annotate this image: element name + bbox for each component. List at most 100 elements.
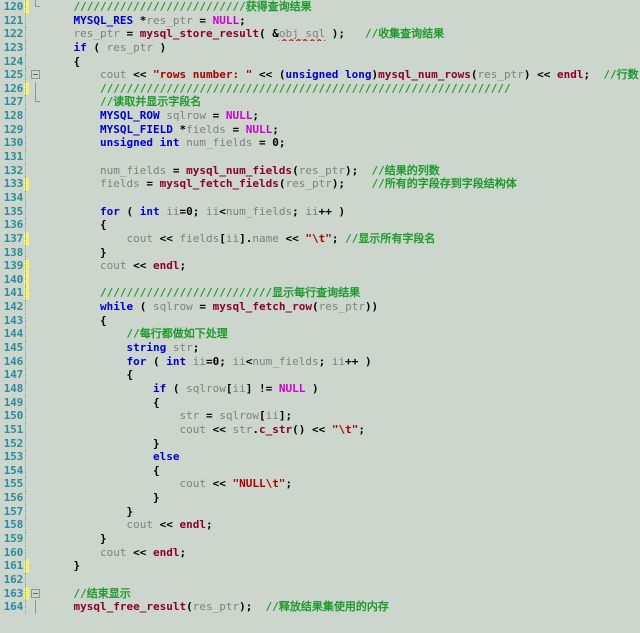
code-line[interactable]: 153 else (0, 450, 640, 464)
code-line[interactable]: 154 { (0, 463, 640, 478)
code-text[interactable]: ////////////////////////////////////////… (43, 82, 640, 96)
code-token: "rows number: " (152, 68, 253, 82)
code-text[interactable]: mysql_free_result(res_ptr); //释放结果集使用的内存 (43, 600, 640, 614)
code-line[interactable]: 128 MYSQL_ROW sqlrow = NULL; (0, 109, 640, 123)
code-line[interactable]: 120 //////////////////////////获得查询结果 (0, 0, 640, 14)
code-line[interactable]: 150 str = sqlrow[ii]; (0, 409, 640, 423)
code-line[interactable]: 126 ////////////////////////////////////… (0, 81, 640, 96)
code-line[interactable]: 124 { (0, 54, 640, 69)
code-text[interactable]: } (43, 559, 640, 573)
code-text[interactable]: //结束显示 (43, 587, 640, 601)
code-text[interactable]: if ( res_ptr ) (43, 41, 640, 55)
code-text[interactable]: res_ptr = mysql_store_result( &obj_sql )… (43, 27, 640, 41)
code-line[interactable]: 139 cout << endl; (0, 259, 640, 273)
code-text[interactable]: MYSQL_ROW sqlrow = NULL; (43, 109, 640, 123)
code-text[interactable]: unsigned int num_fields = 0; (43, 136, 640, 150)
code-text[interactable] (43, 150, 640, 164)
code-line[interactable]: 148 if ( sqlrow[ii] != NULL ) (0, 381, 640, 396)
code-line[interactable]: 146 for ( int ii=0; ii<num_fields; ii++ … (0, 354, 640, 369)
code-text[interactable]: cout << "NULL\t"; (43, 477, 640, 491)
code-line[interactable]: 141 //////////////////////////显示每行查询结果 (0, 286, 640, 301)
code-token: sqlrow (166, 109, 206, 123)
code-text[interactable]: num_fields = mysql_num_fields(res_ptr); … (43, 164, 640, 178)
code-line[interactable]: 161 } (0, 559, 640, 573)
code-editor-pane[interactable]: 120 //////////////////////////获得查询结果 121 … (0, 0, 640, 633)
code-line[interactable]: 159 } (0, 531, 640, 546)
code-text[interactable]: if ( sqlrow[ii] != NULL ) (43, 382, 640, 396)
code-text[interactable]: while ( sqlrow = mysql_fetch_row(res_ptr… (43, 300, 640, 314)
code-text[interactable]: fields = mysql_fetch_fields(res_ptr); //… (43, 177, 640, 191)
code-line[interactable]: 131 (0, 150, 640, 164)
code-line[interactable]: 123 if ( res_ptr ) (0, 40, 640, 55)
code-line[interactable]: 151 cout << str.c_str() << "\t"; (0, 422, 640, 437)
code-text[interactable]: for ( int ii=0; ii<num_fields; ii++ ) (43, 355, 640, 369)
code-text[interactable]: } (43, 437, 640, 451)
code-line[interactable]: 145 string str; (0, 341, 640, 355)
code-text[interactable]: { (43, 368, 640, 382)
code-line[interactable]: 135 for ( int ii=0; ii<num_fields; ii++ … (0, 204, 640, 219)
code-line[interactable]: 133 fields = mysql_fetch_fields(res_ptr)… (0, 177, 640, 191)
code-text[interactable]: str = sqlrow[ii]; (43, 409, 640, 423)
code-text[interactable]: } (43, 505, 640, 519)
code-text[interactable]: MYSQL_RES *res_ptr = NULL; (43, 14, 640, 28)
code-lines-container[interactable]: 120 //////////////////////////获得查询结果 121 … (0, 0, 640, 633)
code-text[interactable]: cout << endl; (43, 546, 640, 560)
code-text[interactable]: cout << endl; (43, 259, 640, 273)
code-text[interactable] (43, 191, 640, 205)
code-line[interactable]: 125 cout << "rows number: " << (unsigned… (0, 68, 640, 82)
code-text[interactable]: { (43, 464, 640, 478)
code-text[interactable]: { (43, 314, 640, 328)
code-line[interactable]: 138 } (0, 245, 640, 260)
fold-gutter-cell (29, 41, 43, 55)
code-line[interactable]: 136 { (0, 218, 640, 232)
code-token: // (371, 177, 385, 191)
code-text[interactable]: { (43, 218, 640, 232)
code-line[interactable]: 147 { (0, 368, 640, 382)
code-line[interactable]: 121 MYSQL_RES *res_ptr = NULL; (0, 13, 640, 28)
code-line[interactable]: 149 { (0, 395, 640, 410)
code-text[interactable]: //////////////////////////获得查询结果 (43, 0, 640, 14)
code-text[interactable]: { (43, 396, 640, 410)
code-line[interactable]: 144 //每行都做如下处理 (0, 327, 640, 341)
code-text[interactable]: cout << "rows number: " << (unsigned lon… (43, 68, 640, 82)
code-line[interactable]: 142 while ( sqlrow = mysql_fetch_row(res… (0, 300, 640, 314)
code-text[interactable]: } (43, 491, 640, 505)
code-text[interactable]: string str; (43, 341, 640, 355)
code-line[interactable]: 129 MYSQL_FIELD *fields = NULL; (0, 122, 640, 137)
code-text[interactable]: { (43, 55, 640, 69)
code-text[interactable]: //////////////////////////显示每行查询结果 (43, 286, 640, 300)
code-text[interactable] (43, 273, 640, 287)
code-text[interactable]: cout << endl; (43, 518, 640, 532)
code-line[interactable]: 143 { (0, 313, 640, 328)
code-text[interactable]: } (43, 246, 640, 260)
code-text[interactable] (43, 573, 640, 587)
code-line[interactable]: 127 //读取并显示字段名 (0, 95, 640, 109)
code-line[interactable]: 122 res_ptr = mysql_store_result( &obj_s… (0, 27, 640, 41)
code-text[interactable]: else (43, 450, 640, 464)
code-text[interactable]: } (43, 532, 640, 546)
fold-collapse-icon[interactable] (29, 68, 43, 82)
code-text[interactable]: //每行都做如下处理 (43, 327, 640, 341)
code-line[interactable]: 163 //结束显示 (0, 586, 640, 601)
code-line[interactable]: 164 mysql_free_result(res_ptr); //释放结果集使… (0, 600, 640, 614)
code-line[interactable]: 160 cout << endl; (0, 545, 640, 560)
fold-collapse-icon[interactable] (29, 587, 43, 601)
code-text[interactable]: //读取并显示字段名 (43, 95, 640, 109)
code-token: = (205, 354, 213, 368)
code-line[interactable]: 158 cout << endl; (0, 518, 640, 532)
code-text[interactable]: MYSQL_FIELD *fields = NULL; (43, 123, 640, 137)
code-line[interactable]: 137 cout << fields[ii].name << "\t"; //显… (0, 231, 640, 246)
code-line[interactable]: 157 } (0, 504, 640, 519)
code-line[interactable]: 130 unsigned int num_fields = 0; (0, 136, 640, 150)
code-line[interactable]: 152 } (0, 436, 640, 451)
code-text[interactable]: for ( int ii=0; ii<num_fields; ii++ ) (43, 205, 640, 219)
code-text[interactable]: cout << fields[ii].name << "\t"; //显示所有字… (43, 232, 640, 246)
code-line[interactable]: 140 (0, 272, 640, 287)
code-line[interactable]: 156 } (0, 491, 640, 505)
code-token: ; (292, 204, 306, 218)
code-line[interactable]: 134 (0, 190, 640, 205)
code-text[interactable]: cout << str.c_str() << "\t"; (43, 423, 640, 437)
code-line[interactable]: 155 cout << "NULL\t"; (0, 477, 640, 491)
code-line[interactable]: 132 num_fields = mysql_num_fields(res_pt… (0, 163, 640, 178)
code-line[interactable]: 162 (0, 572, 640, 587)
